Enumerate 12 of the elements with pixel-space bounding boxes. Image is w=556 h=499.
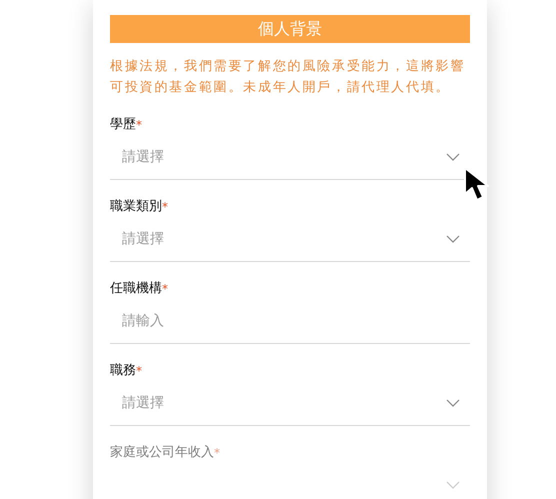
field-label: 職業類別 [110, 198, 162, 216]
notice-text: 根據法規，我們需要了解您的風險承受能力，這將影響可投資的基金範圍。未成年人開戶，請代理人代填。 [110, 58, 466, 97]
section-header: 個人背景 [110, 15, 470, 43]
required-asterisk: * [136, 117, 142, 134]
field-label: 職務 [110, 362, 136, 380]
required-asterisk: * [162, 199, 168, 216]
field-label: 學歷 [110, 116, 136, 134]
required-asterisk: * [136, 363, 142, 380]
required-asterisk: * [214, 445, 220, 462]
required-asterisk: * [162, 281, 168, 298]
field-label: 家庭或公司年收入 [110, 444, 214, 462]
field-label: 任職機構 [110, 280, 162, 298]
